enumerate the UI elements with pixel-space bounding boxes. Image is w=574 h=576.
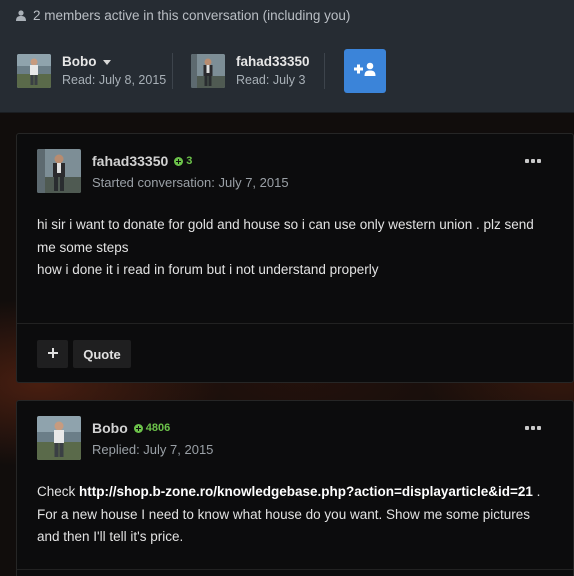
post-line: me some steps: [37, 239, 129, 255]
message-post: Bobo 4806 Replied: July 7, 2015 Check ht…: [16, 400, 574, 576]
reputation-count: 4806: [145, 422, 171, 434]
post-text: .: [532, 484, 541, 499]
post-line: hi sir i want to donate for gold and hou…: [37, 217, 534, 232]
post-line: Check http://shop.b-zone.ro/knowledgebas…: [37, 481, 553, 504]
post-footer: [17, 569, 573, 576]
conversation-header: 2 members active in this conversation (i…: [0, 0, 574, 113]
post-date: Started conversation: July 7, 2015: [92, 175, 289, 190]
active-members-line: 2 members active in this conversation (i…: [16, 7, 350, 23]
participant-read-date: Read: July 3: [236, 73, 306, 87]
chevron-down-icon[interactable]: [102, 60, 111, 65]
post-footer: Quote: [17, 323, 573, 383]
avatar[interactable]: [17, 54, 51, 88]
avatar[interactable]: [37, 149, 81, 193]
quote-button[interactable]: Quote: [73, 340, 131, 368]
post-author[interactable]: Bobo: [92, 419, 128, 437]
participant-read-date: Read: July 8, 2015: [62, 73, 167, 87]
post-line: For a new house I need to know what hous…: [37, 506, 531, 522]
post-body: hi sir i want to donate for gold and hou…: [37, 214, 553, 282]
reputation-badge: 3: [174, 152, 192, 170]
add-user-icon: [354, 62, 376, 81]
divider: [324, 53, 325, 89]
more-options-icon[interactable]: [525, 426, 541, 430]
multiquote-button[interactable]: [37, 340, 68, 368]
participant-name[interactable]: fahad33350: [236, 54, 310, 70]
participant-fahad33350[interactable]: fahad33350 Read: July 3: [191, 53, 310, 89]
post-line: and then I'll tell it's price.: [37, 529, 184, 544]
participant-name[interactable]: Bobo: [62, 54, 97, 70]
post-body: Check http://shop.b-zone.ro/knowledgebas…: [37, 481, 553, 549]
plus-circle-icon: [133, 423, 143, 433]
knowledgebase-link[interactable]: http://shop.b-zone.ro/knowledgebase.php?…: [79, 484, 533, 499]
message-post: fahad33350 3 Started conversation: July …: [16, 133, 574, 383]
avatar[interactable]: [37, 416, 81, 460]
post-author[interactable]: fahad33350: [92, 152, 168, 170]
active-members-text: 2 members active in this conversation (i…: [33, 7, 351, 23]
reputation-badge: 4806: [133, 419, 171, 437]
user-icon: [16, 9, 26, 21]
post-date: Replied: July 7, 2015: [92, 442, 214, 457]
add-participant-button[interactable]: [344, 49, 386, 93]
plus-circle-icon: [174, 156, 184, 166]
divider: [172, 53, 173, 89]
participant-bobo[interactable]: Bobo Read: July 8, 2015: [17, 53, 166, 89]
post-text: Check: [37, 484, 80, 499]
post-line: how i done it i read in forum but i not …: [37, 262, 379, 277]
more-options-icon[interactable]: [525, 159, 541, 163]
plus-icon: [47, 345, 58, 363]
avatar[interactable]: [191, 54, 225, 88]
reputation-count: 3: [186, 155, 193, 167]
